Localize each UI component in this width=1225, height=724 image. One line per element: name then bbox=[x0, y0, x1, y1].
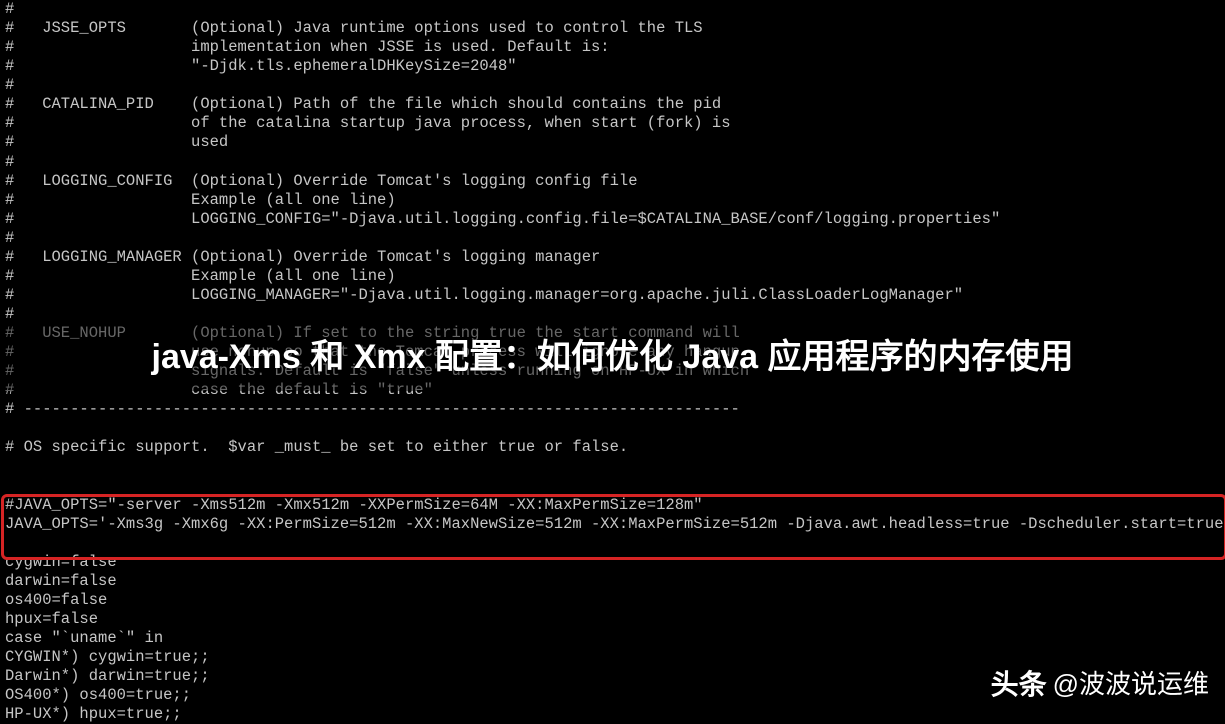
watermark: 头条 @波波说运维 bbox=[991, 668, 1209, 702]
watermark-handle: @波波说运维 bbox=[1053, 669, 1209, 701]
title-text: java-Xms 和 Xmx 配置：如何优化 Java 应用程序的内存使用 bbox=[152, 337, 1074, 379]
title-banner: java-Xms 和 Xmx 配置：如何优化 Java 应用程序的内存使用 bbox=[0, 325, 1225, 391]
watermark-brand: 头条 bbox=[991, 668, 1047, 702]
